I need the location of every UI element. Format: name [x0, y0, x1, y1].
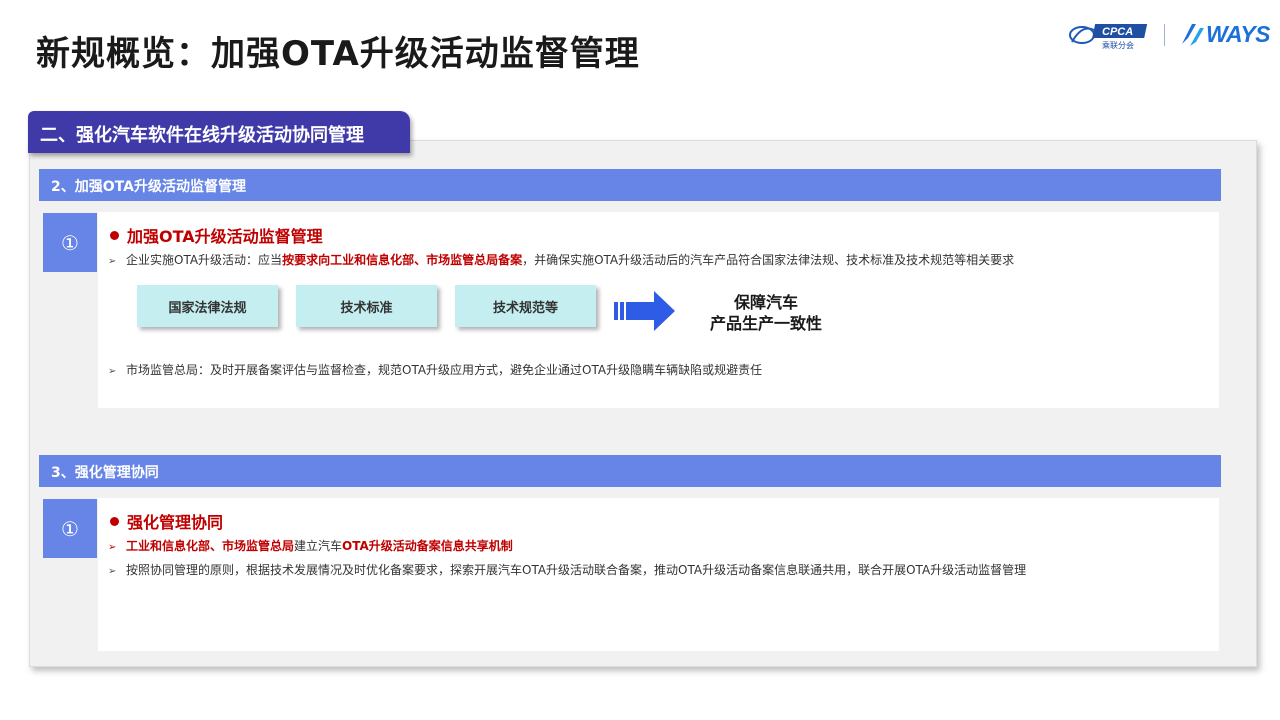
svg-text:CPCA: CPCA [1102, 26, 1133, 38]
block1-line1-suffix: ，并确保实施OTA升级活动后的汽车产品符合国家法律法规、技术标准及技术规范等相关… [522, 253, 1015, 267]
block2-header: 3、强化管理协同 [39, 455, 1221, 487]
block2-line2-text: 按照协同管理的原则，根据技术发展情况及时优化备案要求，探索开展汽车OTA升级活动… [126, 563, 1027, 577]
cpca-logo: CPCA 乘联分会 [1069, 24, 1148, 50]
block1-line1-emphasis: 按要求向工业和信息化部、市场监管总局备案 [282, 253, 523, 267]
block1-line1: ➢ 企业实施OTA升级活动：应当按要求向工业和信息化部、市场监管总局备案，并确保实… [108, 251, 1014, 268]
block1-line1-prefix: 企业实施OTA升级活动：应当 [126, 253, 283, 267]
block1-header: 2、加强OTA升级活动监督管理 [39, 169, 1221, 201]
block2-line1-emphasis2: OTA升级活动备案信息共享机制 [342, 539, 513, 553]
ways-logo-text: WAYS [1206, 21, 1271, 47]
page-title: 新规概览：加强OTA升级活动监督管理 [36, 34, 640, 74]
box-tech-specs: 技术规范等 [455, 285, 596, 327]
result-line1: 保障汽车 [733, 293, 798, 312]
block1-title-text: 加强OTA升级活动监督管理 [127, 227, 323, 246]
block2-line1-middle: 建立汽车 [294, 539, 343, 553]
block1-title: 加强OTA升级活动监督管理 [110, 223, 323, 247]
bullet-dot-icon [110, 517, 119, 526]
logo-divider [1164, 24, 1165, 46]
result-text: 保障汽车 产品生产一致性 [700, 292, 832, 334]
bullet-dot-icon [110, 231, 119, 240]
block2-line2: ➢ 按照协同管理的原则，根据技术发展情况及时优化备案要求，探索开展汽车OTA升级活… [108, 561, 1026, 578]
svg-text:乘联分会: 乘联分会 [1102, 40, 1134, 50]
arrow-bullet-icon: ➢ [108, 366, 117, 377]
arrow-bullet-icon: ➢ [108, 256, 117, 267]
block2-title: 强化管理协同 [110, 509, 223, 533]
box-laws: 国家法律法规 [137, 285, 278, 327]
result-line2: 产品生产一致性 [709, 314, 822, 333]
block2-line1-emphasis: 工业和信息化部、市场监管总局 [126, 539, 295, 553]
block1-number: ① [43, 213, 97, 272]
arrow-bullet-icon: ➢ [108, 566, 117, 577]
block1-line2-text: 市场监管总局：及时开展备案评估与监督检查，规范OTA升级应用方式，避免企业通过O… [126, 363, 763, 377]
box-tech-standards: 技术标准 [296, 285, 437, 327]
block2-title-text: 强化管理协同 [127, 513, 224, 532]
section-tab: 二、强化汽车软件在线升级活动协同管理 [28, 111, 410, 153]
arrow-bullet-icon: ➢ [108, 542, 117, 553]
block1-line2: ➢ 市场监管总局：及时开展备案评估与监督检查，规范OTA升级应用方式，避免企业通过… [108, 361, 762, 378]
right-arrow-icon [614, 291, 675, 331]
block2-line1: ➢ 工业和信息化部、市场监管总局建立汽车OTA升级活动备案信息共享机制 [108, 537, 513, 554]
block2-number: ① [43, 499, 97, 558]
